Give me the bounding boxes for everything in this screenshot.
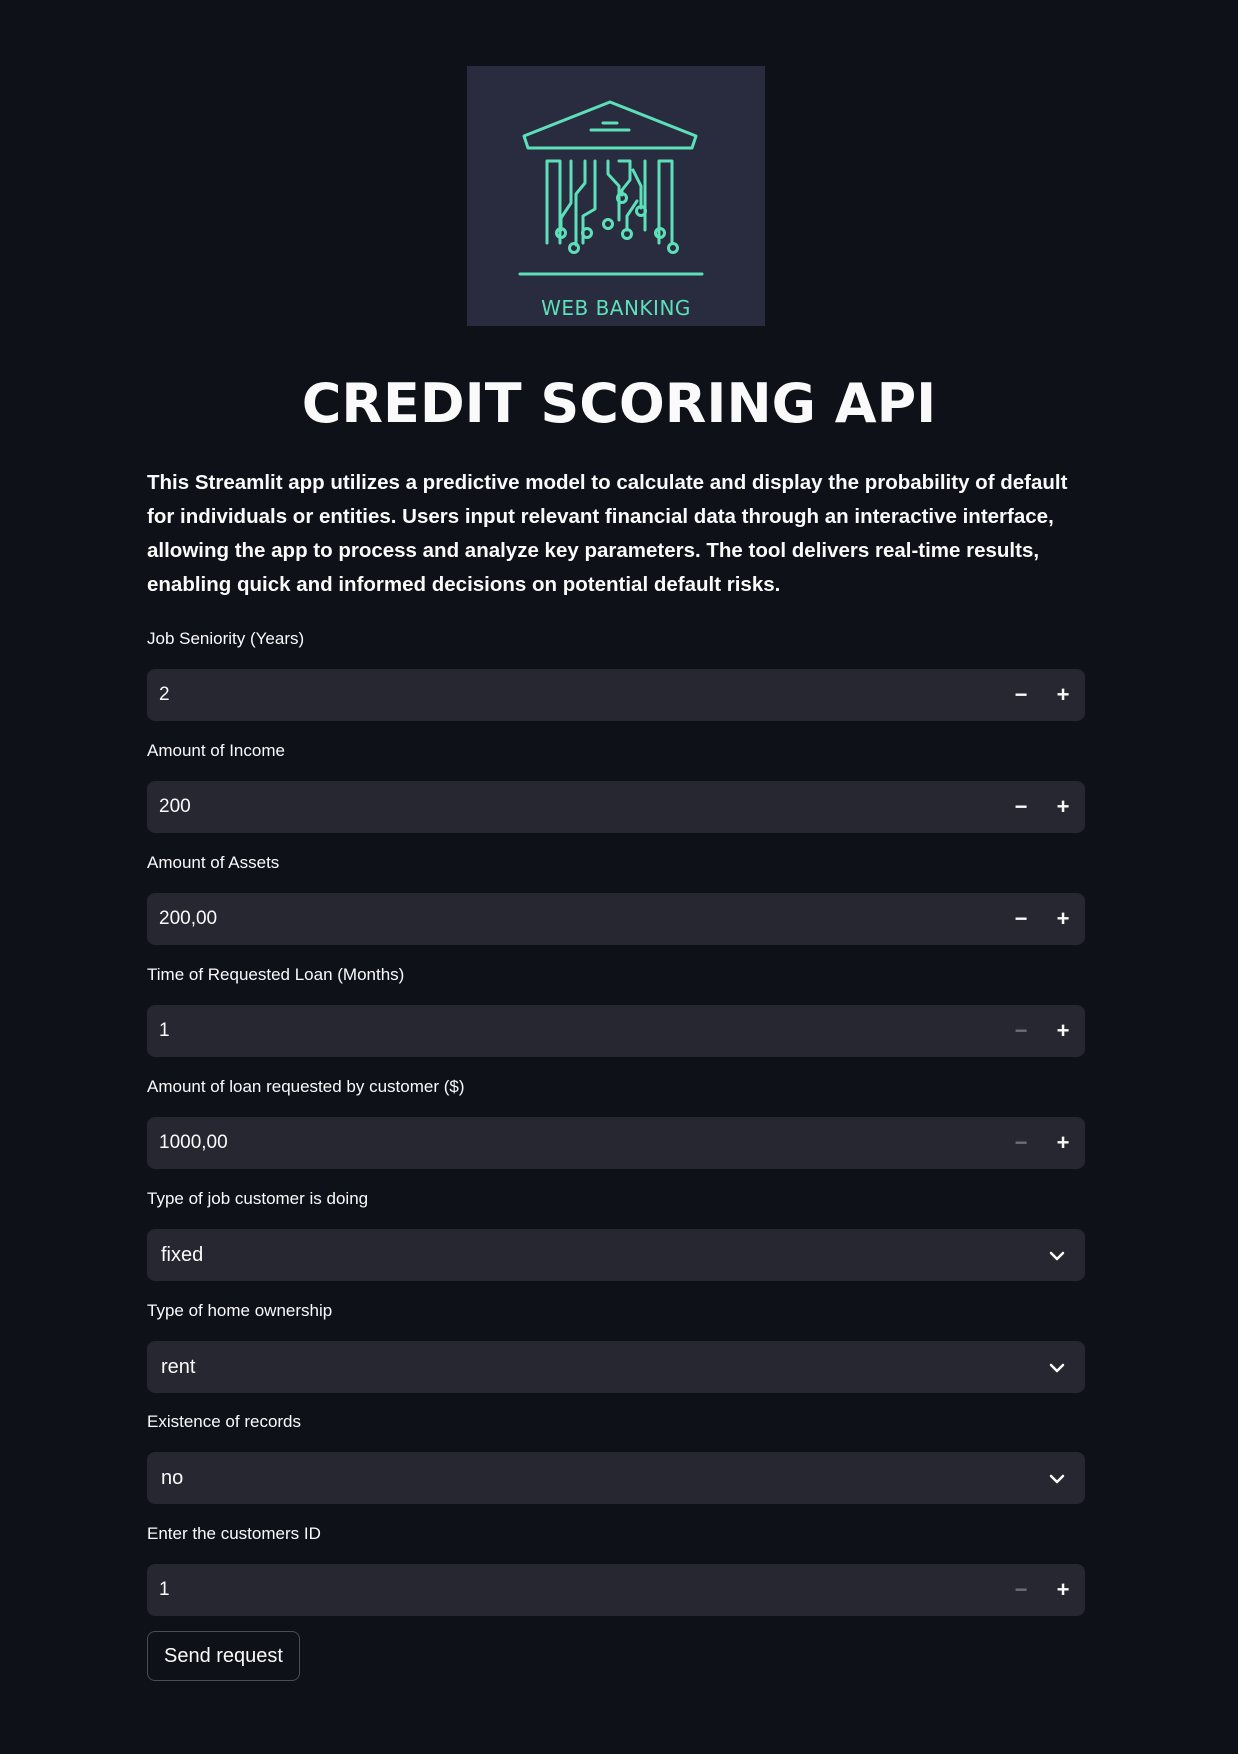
loan-amount-number-input[interactable]: 1000,00 − + xyxy=(147,1117,1085,1169)
records-select[interactable]: no xyxy=(147,1452,1085,1504)
job-type-field: Type of job customer is doing fixed xyxy=(147,1187,1085,1281)
job-type-selected-value: fixed xyxy=(161,1244,204,1266)
loan-time-input[interactable]: 1 xyxy=(159,1006,170,1056)
send-request-button[interactable]: Send request xyxy=(147,1631,300,1681)
customer-id-number-input[interactable]: 1 − + xyxy=(147,1564,1085,1616)
income-field: Amount of Income 200 − + xyxy=(147,739,1085,833)
income-number-input[interactable]: 200 − + xyxy=(147,781,1085,833)
increment-button[interactable]: + xyxy=(1042,1006,1084,1056)
assets-label: Amount of Assets xyxy=(147,853,280,872)
loan-amount-label: Amount of loan requested by customer ($) xyxy=(147,1077,465,1096)
records-selected-value: no xyxy=(161,1467,184,1489)
decrement-button[interactable]: − xyxy=(1000,1006,1042,1056)
assets-field: Amount of Assets 200,00 − + xyxy=(147,851,1085,945)
chevron-down-icon[interactable] xyxy=(1047,1358,1067,1378)
chevron-down-icon[interactable] xyxy=(1047,1246,1067,1266)
job-seniority-field: Job Seniority (Years) 2 − + xyxy=(147,627,1085,721)
job-type-label: Type of job customer is doing xyxy=(147,1189,369,1208)
increment-button[interactable]: + xyxy=(1042,894,1084,944)
home-ownership-select[interactable]: rent xyxy=(147,1341,1085,1393)
decrement-button[interactable]: − xyxy=(1000,670,1042,720)
records-label: Existence of records xyxy=(147,1412,302,1431)
increment-button[interactable]: + xyxy=(1042,1118,1084,1168)
assets-number-input[interactable]: 200,00 − + xyxy=(147,893,1085,945)
job-seniority-label: Job Seniority (Years) xyxy=(147,629,305,648)
decrement-button[interactable]: − xyxy=(1000,894,1042,944)
app-page: WEB BANKING CREDIT SCORING API This Stre… xyxy=(0,0,1238,1754)
customer-id-input[interactable]: 1 xyxy=(159,1565,170,1615)
loan-amount-input[interactable]: 1000,00 xyxy=(159,1118,228,1168)
chevron-down-icon[interactable] xyxy=(1047,1469,1067,1489)
increment-button[interactable]: + xyxy=(1042,1565,1084,1615)
loan-time-number-input[interactable]: 1 − + xyxy=(147,1005,1085,1057)
increment-button[interactable]: + xyxy=(1042,670,1084,720)
loan-time-label: Time of Requested Loan (Months) xyxy=(147,965,405,984)
app-description: This Streamlit app utilizes a predictive… xyxy=(147,471,1068,596)
decrement-button[interactable]: − xyxy=(1000,782,1042,832)
job-seniority-input[interactable]: 2 xyxy=(159,670,170,720)
home-ownership-field: Type of home ownership rent xyxy=(147,1299,1085,1393)
loan-amount-field: Amount of loan requested by customer ($)… xyxy=(147,1075,1085,1169)
job-type-select[interactable]: fixed xyxy=(147,1229,1085,1281)
customer-id-label: Enter the customers ID xyxy=(147,1524,321,1543)
home-ownership-label: Type of home ownership xyxy=(147,1301,333,1320)
income-input[interactable]: 200 xyxy=(159,782,191,832)
income-label: Amount of Income xyxy=(147,741,285,760)
records-field: Existence of records no xyxy=(147,1410,1085,1504)
decrement-button[interactable]: − xyxy=(1000,1118,1042,1168)
assets-input[interactable]: 200,00 xyxy=(159,894,217,944)
job-seniority-number-input[interactable]: 2 − + xyxy=(147,669,1085,721)
page-title: CREDIT SCORING API xyxy=(301,372,937,435)
web-banking-logo: WEB BANKING xyxy=(467,66,765,326)
bank-circuit-icon xyxy=(518,100,704,276)
decrement-button[interactable]: − xyxy=(1000,1565,1042,1615)
logo-caption: WEB BANKING xyxy=(541,296,691,320)
loan-time-field: Time of Requested Loan (Months) 1 − + xyxy=(147,963,1085,1057)
increment-button[interactable]: + xyxy=(1042,782,1084,832)
customer-id-field: Enter the customers ID 1 − + xyxy=(147,1522,1085,1616)
home-ownership-selected-value: rent xyxy=(161,1356,196,1378)
